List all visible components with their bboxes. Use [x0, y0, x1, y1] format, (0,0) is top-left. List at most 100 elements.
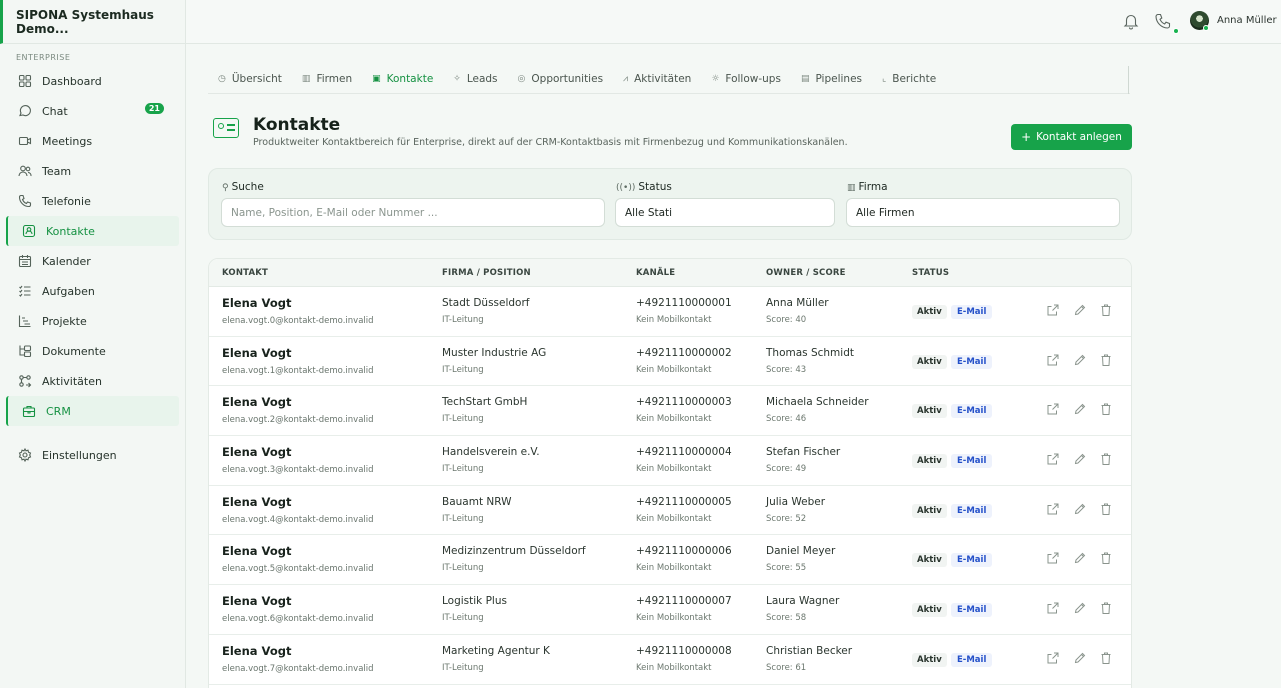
edit-pencil-icon[interactable] — [1073, 452, 1087, 466]
tab-berichte[interactable]: ⌞ Berichte — [872, 66, 946, 92]
trash-icon[interactable] — [1099, 452, 1113, 466]
chat-icon — [18, 104, 32, 118]
tab-label: Aktivitäten — [634, 73, 692, 85]
filter-card: ⚲Suche ((•))Status Alle Stati ▥Firma All… — [208, 168, 1132, 240]
open-external-icon[interactable] — [1046, 303, 1060, 317]
edit-pencil-icon[interactable] — [1073, 502, 1087, 516]
edit-pencil-icon[interactable] — [1073, 402, 1087, 416]
tab-uebersicht[interactable]: ◷ Übersicht — [208, 66, 292, 92]
table-row[interactable]: Elena Vogt elena.vogt.0@kontakt-demo.inva… — [209, 287, 1131, 337]
tab-opportunities[interactable]: ◎ Opportunities — [508, 66, 614, 92]
contact-name[interactable]: Elena Vogt — [222, 544, 291, 558]
contact-name[interactable]: Elena Vogt — [222, 395, 291, 409]
table-row[interactable]: Elena Vogt elena.vogt.6@kontakt-demo.inva… — [209, 585, 1131, 635]
table-body: Elena Vogt elena.vogt.0@kontakt-demo.inva… — [209, 287, 1131, 685]
sidebar-item-kontakte[interactable]: Kontakte — [6, 216, 179, 246]
bell-icon[interactable] — [1122, 12, 1140, 30]
table-row[interactable]: Elena Vogt elena.vogt.7@kontakt-demo.inva… — [209, 635, 1131, 685]
contact-name[interactable]: Elena Vogt — [222, 445, 291, 459]
sidebar-item-label: Projekte — [42, 314, 87, 328]
contact-name[interactable]: Elena Vogt — [222, 495, 291, 509]
status-select[interactable]: Alle Stati — [615, 198, 835, 227]
sidebar-item-chat[interactable]: Chat 21 — [0, 96, 179, 126]
trash-icon[interactable] — [1099, 601, 1113, 615]
sidebar-item-aktivitaeten[interactable]: Aktivitäten — [0, 366, 179, 396]
open-external-icon[interactable] — [1046, 402, 1060, 416]
table-row[interactable]: Elena Vogt elena.vogt.2@kontakt-demo.inva… — [209, 386, 1131, 437]
tab-follow-ups[interactable]: ☼ Follow-ups — [701, 66, 791, 92]
table-row[interactable]: Elena Vogt elena.vogt.5@kontakt-demo.inva… — [209, 535, 1131, 586]
user-name[interactable]: Anna Müller — [1217, 15, 1277, 26]
tab-pipelines[interactable]: ▤ Pipelines — [791, 66, 872, 92]
sidebar-item-team[interactable]: Team — [0, 156, 179, 186]
channel-badge: E-Mail — [951, 553, 993, 568]
channel-badge: E-Mail — [951, 603, 993, 618]
edit-pencil-icon[interactable] — [1073, 651, 1087, 665]
sidebar-item-dokumente[interactable]: Dokumente — [0, 336, 179, 366]
mobile-info: Kein Mobilkontakt — [636, 662, 712, 673]
open-external-icon[interactable] — [1046, 651, 1060, 665]
tab-aktivitaeten[interactable]: ⩘ Aktivitäten — [613, 66, 701, 92]
phone-number: +4921110000002 — [636, 346, 732, 359]
contact-email: elena.vogt.1@kontakt-demo.invalid — [222, 365, 374, 376]
open-external-icon[interactable] — [1046, 551, 1060, 565]
trash-icon[interactable] — [1099, 551, 1113, 565]
plus-icon: + — [1021, 130, 1032, 144]
open-external-icon[interactable] — [1046, 601, 1060, 615]
company-select[interactable]: Alle Firmen — [846, 198, 1120, 227]
trash-icon[interactable] — [1099, 353, 1113, 367]
edit-pencil-icon[interactable] — [1073, 551, 1087, 565]
owner-name: Christian Becker — [766, 644, 853, 657]
tab-kontakte[interactable]: ▣ Kontakte — [362, 66, 443, 92]
tab-leads[interactable]: ✧ Leads — [443, 66, 507, 92]
edit-pencil-icon[interactable] — [1073, 353, 1087, 367]
open-external-icon[interactable] — [1046, 353, 1060, 367]
phone-icon[interactable] — [1154, 12, 1172, 30]
phone-number: +4921110000003 — [636, 396, 732, 409]
contact-position: IT-Leitung — [442, 613, 484, 624]
trash-icon[interactable] — [1099, 502, 1113, 516]
column-header-owner[interactable]: OWNER / SCORE — [766, 268, 846, 278]
edit-pencil-icon[interactable] — [1073, 601, 1087, 615]
sidebar-item-einstellungen[interactable]: Einstellungen — [0, 440, 179, 470]
table-row[interactable]: Elena Vogt elena.vogt.3@kontakt-demo.inva… — [209, 436, 1131, 486]
brand-title[interactable]: SIPONA Systemhaus Demo... — [0, 0, 185, 44]
tab-firmen[interactable]: ▥ Firmen — [292, 66, 362, 92]
status-badge: Aktiv — [912, 553, 947, 568]
column-header-contact[interactable]: KONTAKT — [222, 268, 268, 278]
open-external-icon[interactable] — [1046, 502, 1060, 516]
column-header-status[interactable]: STATUS — [912, 268, 949, 278]
phone-number: +4921110000008 — [636, 644, 732, 657]
building-icon: ▥ — [301, 74, 311, 84]
status-badge: Aktiv — [912, 305, 947, 319]
table-row[interactable]: Elena Vogt elena.vogt.4@kontakt-demo.inva… — [209, 486, 1131, 536]
phone-status-dot — [1173, 28, 1179, 34]
contact-name[interactable]: Elena Vogt — [222, 346, 291, 360]
contact-name[interactable]: Elena Vogt — [222, 594, 291, 608]
contact-email: elena.vogt.5@kontakt-demo.invalid — [222, 564, 374, 575]
sidebar-item-dashboard[interactable]: Dashboard — [0, 66, 179, 96]
channel-badge: E-Mail — [951, 354, 993, 369]
add-contact-button[interactable]: + Kontakt anlegen — [1011, 124, 1132, 150]
tab-label: Follow-ups — [725, 73, 781, 85]
column-header-company[interactable]: FIRMA / POSITION — [442, 268, 531, 278]
sidebar-item-kalender[interactable]: Kalender — [0, 246, 179, 276]
contact-name[interactable]: Elena Vogt — [222, 644, 291, 658]
edit-pencil-icon[interactable] — [1073, 303, 1087, 317]
sidebar-item-meetings[interactable]: Meetings — [0, 126, 179, 156]
column-header-channels[interactable]: KANÄLE — [636, 268, 675, 278]
trash-icon[interactable] — [1099, 651, 1113, 665]
trash-icon[interactable] — [1099, 402, 1113, 416]
phone-number: +4921110000007 — [636, 595, 732, 608]
search-input[interactable] — [221, 198, 605, 227]
contact-name[interactable]: Elena Vogt — [222, 296, 291, 310]
open-external-icon[interactable] — [1046, 452, 1060, 466]
sidebar-item-aufgaben[interactable]: Aufgaben — [0, 276, 179, 306]
sidebar-item-projekte[interactable]: Projekte — [0, 306, 179, 336]
contact-card-icon — [213, 118, 239, 138]
sidebar-item-telefonie[interactable]: Telefonie — [0, 186, 179, 216]
sidebar-item-label: Team — [42, 164, 72, 178]
sidebar-item-crm[interactable]: CRM — [6, 396, 179, 426]
trash-icon[interactable] — [1099, 303, 1113, 317]
table-row[interactable]: Elena Vogt elena.vogt.1@kontakt-demo.inva… — [209, 337, 1131, 387]
